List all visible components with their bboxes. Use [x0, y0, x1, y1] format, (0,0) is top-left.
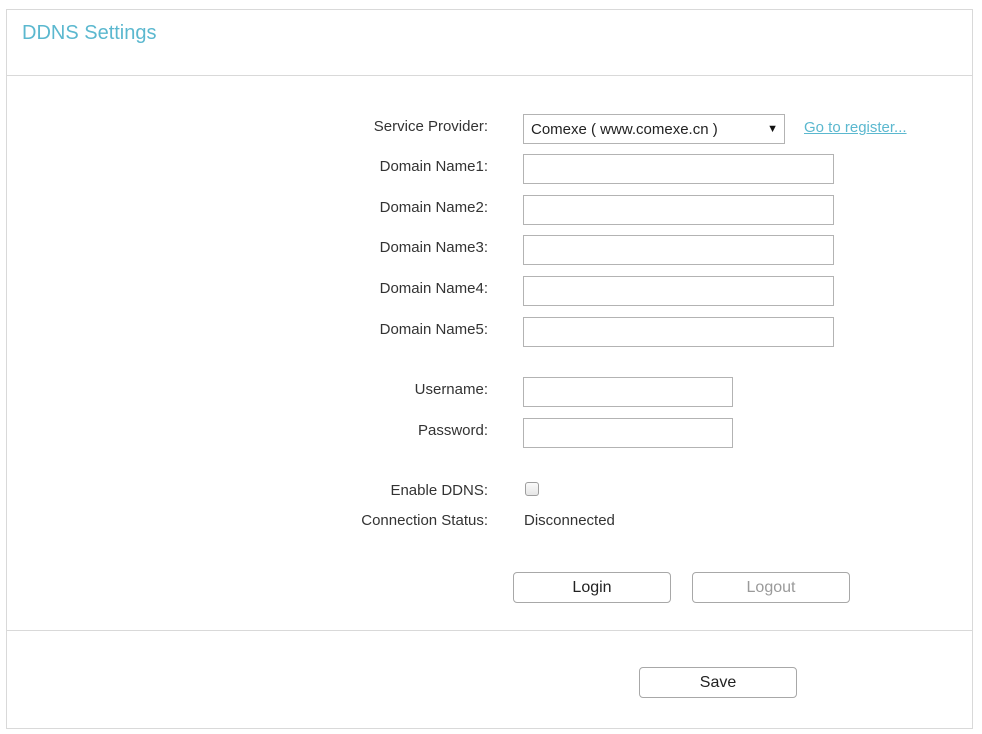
- enable-ddns-checkbox[interactable]: [525, 482, 539, 496]
- domain-name5-field[interactable]: [523, 317, 834, 347]
- password-field[interactable]: [523, 418, 733, 448]
- domain-name1-field[interactable]: [523, 154, 834, 184]
- go-to-register-link[interactable]: Go to register...: [804, 119, 907, 136]
- logout-button[interactable]: Logout: [692, 572, 850, 603]
- domain-name1-label: Domain Name1:: [379, 158, 488, 175]
- chevron-down-icon: ▼: [767, 123, 778, 135]
- service-provider-selected-value: Comexe ( www.comexe.cn ): [531, 120, 718, 138]
- domain-name4-field[interactable]: [523, 276, 834, 306]
- ddns-settings-panel: DDNS Settings Service Provider: Comexe (…: [6, 9, 973, 729]
- domain-name2-label: Domain Name2:: [379, 199, 488, 216]
- domain-name3-label: Domain Name3:: [379, 239, 488, 256]
- username-field[interactable]: [523, 377, 733, 407]
- page-title: DDNS Settings: [22, 22, 157, 44]
- password-label: Password:: [417, 422, 488, 439]
- enable-ddns-label: Enable DDNS:: [390, 482, 488, 499]
- save-button[interactable]: Save: [639, 667, 797, 698]
- panel-header: DDNS Settings: [7, 10, 972, 76]
- service-provider-select[interactable]: Comexe ( www.comexe.cn ) ▼: [523, 114, 785, 144]
- domain-name4-label: Domain Name4:: [379, 280, 488, 297]
- connection-status-value: Disconnected: [524, 512, 615, 529]
- footer-divider: [7, 630, 972, 631]
- domain-name3-field[interactable]: [523, 235, 834, 265]
- domain-name2-field[interactable]: [523, 195, 834, 225]
- connection-status-label: Connection Status:: [361, 512, 488, 529]
- username-label: Username:: [414, 381, 488, 398]
- login-button[interactable]: Login: [513, 572, 671, 603]
- service-provider-label: Service Provider:: [373, 118, 488, 135]
- domain-name5-label: Domain Name5:: [379, 321, 488, 338]
